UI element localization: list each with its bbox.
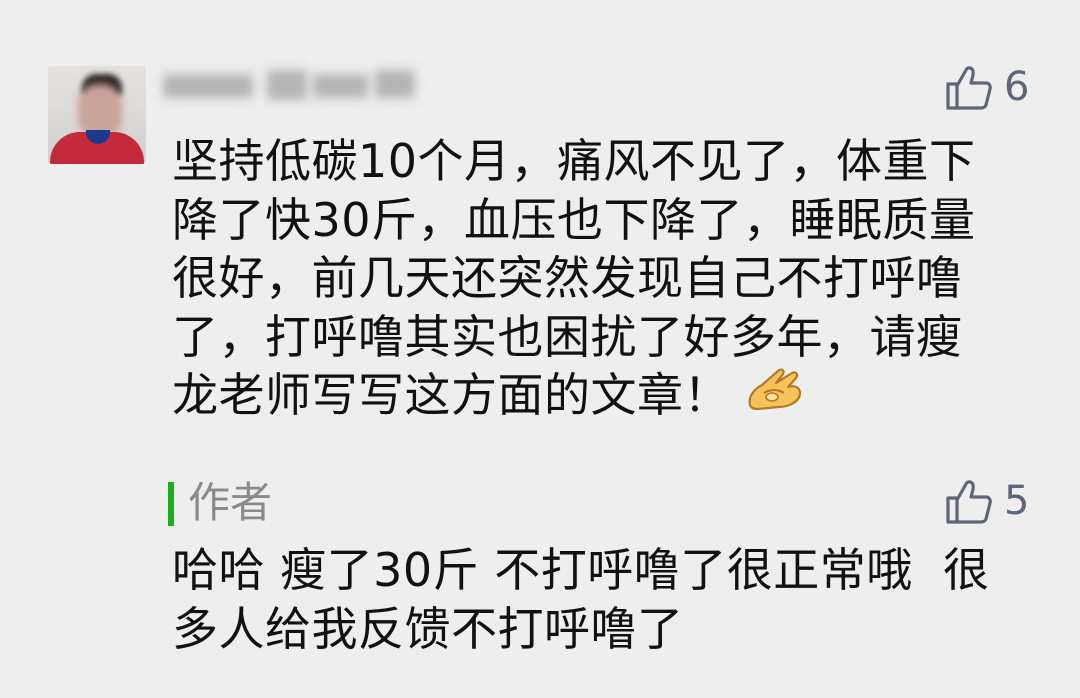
thumbs-up-icon bbox=[946, 480, 992, 524]
author-label: 作者 bbox=[188, 478, 273, 527]
comment-line: 龙老师写写这方面的文章！ bbox=[172, 368, 730, 422]
reply-like-button[interactable]: 5 bbox=[944, 476, 1029, 526]
avatar[interactable] bbox=[48, 66, 146, 164]
comment-like-count: 6 bbox=[1004, 64, 1030, 110]
comment-line: 很好，前几天还突然发现自己不打呼噜 bbox=[172, 251, 963, 305]
reply-line: 哈哈 瘦了30斤 不打呼噜了很正常哦 很 bbox=[172, 543, 990, 597]
comment-thread: 6 坚持低碳10个月，痛风不见了，体重下 降了快30斤，血压也下降了，睡眠质量 … bbox=[0, 0, 1080, 698]
thumbs-up-icon bbox=[946, 66, 992, 110]
comment-line: 坚持低碳10个月，痛风不见了，体重下 bbox=[172, 134, 976, 188]
ok-hand-emoji bbox=[744, 363, 806, 427]
author-accent-bar bbox=[168, 482, 174, 526]
comment-line: 了，打呼噜其实也困扰了好多年，请瘦 bbox=[172, 309, 963, 364]
reply-like-count: 5 bbox=[1004, 478, 1030, 524]
reply-text: 哈哈 瘦了30斤 不打呼噜了很正常哦 很 多人给我反馈不打呼噜了 bbox=[172, 541, 1052, 658]
comment-line: 降了快30斤，血压也下降了，睡眠质量 bbox=[172, 192, 976, 247]
commenter-name-blurred[interactable] bbox=[163, 62, 418, 112]
reply-line: 多人给我反馈不打呼噜了 bbox=[172, 601, 684, 656]
comment-like-button[interactable]: 6 bbox=[944, 62, 1029, 112]
comment-text: 坚持低碳10个月，痛风不见了，体重下 降了快30斤，血压也下降了，睡眠质量 很好… bbox=[172, 132, 1052, 430]
